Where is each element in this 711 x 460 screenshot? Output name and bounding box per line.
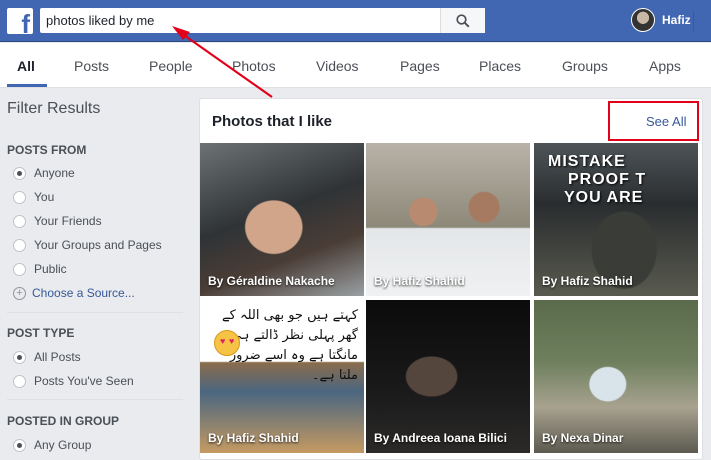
photo-tile[interactable]: By Géraldine Nakache	[200, 143, 364, 296]
radio-selected-icon	[13, 166, 26, 180]
posted-in-group-option-any[interactable]: Any Group	[13, 438, 91, 452]
tab-pages[interactable]: Pages	[400, 58, 440, 74]
choose-source-label: Choose a Source...	[32, 286, 135, 300]
photo-caption: By Hafiz Shahid	[374, 274, 465, 288]
tab-groups[interactable]: Groups	[562, 58, 608, 74]
urdu-line: کہتے ہیں جو بھی اللہ کے گھر پہلی نظر ڈال…	[222, 308, 358, 343]
tab-places[interactable]: Places	[479, 58, 521, 74]
filter-results-title: Filter Results	[7, 100, 101, 117]
photo-caption: By Andreea Ioana Bilici	[374, 431, 507, 445]
active-tab-indicator	[7, 84, 47, 87]
photo-overlay-text: PROOF T	[568, 171, 647, 188]
photo-caption: By Nexa Dinar	[542, 431, 624, 445]
radio-icon	[13, 374, 26, 388]
section-divider	[7, 312, 183, 313]
photo-caption: By Hafiz Shahid	[542, 274, 633, 288]
post-type-heading: POST TYPE	[7, 326, 75, 340]
results-title: Photos that I like	[212, 113, 333, 130]
photo-tile[interactable]: By Nexa Dinar	[534, 300, 698, 453]
tab-videos[interactable]: Videos	[316, 58, 359, 74]
facebook-logo-icon[interactable]: f	[7, 8, 33, 39]
tab-apps[interactable]: Apps	[649, 58, 681, 74]
logo-letter: f	[21, 9, 30, 39]
urdu-line: مانگتا ہے وہ اسے ضرور ملتا ہے۔	[229, 348, 358, 383]
photo-overlay-text: YOU ARE	[564, 189, 644, 206]
search-button[interactable]	[440, 8, 485, 33]
option-label: Posts You've Seen	[34, 374, 134, 388]
photo-caption: By Géraldine Nakache	[208, 274, 335, 288]
radio-selected-icon	[13, 438, 26, 452]
option-label: Any Group	[34, 438, 92, 452]
option-label: Your Groups and Pages	[34, 238, 162, 252]
photo-tile[interactable]: MISTAKE PROOF T YOU ARE By Hafiz Shahid	[534, 143, 698, 296]
photo-tile[interactable]: By Andreea Ioana Bilici	[366, 300, 530, 453]
posts-from-option-friends[interactable]: Your Friends	[13, 214, 102, 228]
radio-icon	[13, 262, 26, 276]
posts-from-heading: POSTS FROM	[7, 143, 87, 157]
search-bar	[40, 8, 485, 33]
posts-from-option-you[interactable]: You	[13, 190, 54, 204]
option-label: Public	[34, 262, 67, 276]
post-type-option-all[interactable]: All Posts	[13, 350, 81, 364]
profile-link[interactable]: Hafiz	[631, 8, 691, 32]
radio-icon	[13, 238, 26, 252]
header-divider	[693, 11, 694, 31]
tab-posts[interactable]: Posts	[74, 58, 109, 74]
heart-eyes-emoji-icon	[214, 330, 240, 356]
option-label: You	[34, 190, 55, 204]
annotation-highlight-box	[608, 101, 699, 141]
posted-in-group-heading: POSTED IN GROUP	[7, 414, 120, 428]
photo-caption: By Hafiz Shahid	[208, 431, 299, 445]
option-label: Anyone	[34, 166, 75, 180]
avatar	[631, 8, 655, 32]
tab-all[interactable]: All	[17, 58, 35, 74]
radio-selected-icon	[13, 350, 26, 364]
posts-from-option-anyone[interactable]: Anyone	[13, 166, 75, 180]
search-input[interactable]	[40, 8, 440, 33]
plus-icon: +	[13, 286, 26, 300]
profile-name: Hafiz	[662, 13, 691, 27]
radio-icon	[13, 190, 26, 204]
photo-overlay-text: MISTAKE	[548, 153, 626, 170]
posts-from-option-public[interactable]: Public	[13, 262, 67, 276]
tab-photos[interactable]: Photos	[232, 58, 276, 74]
search-icon	[456, 13, 470, 27]
search-tabs: All Posts People Photos Videos Pages Pla…	[0, 43, 711, 88]
tab-people[interactable]: People	[149, 58, 193, 74]
section-divider	[7, 399, 183, 400]
top-navigation-bar: f Hafiz	[0, 0, 711, 42]
choose-source-link[interactable]: + Choose a Source...	[13, 286, 135, 300]
posts-from-option-groups-pages[interactable]: Your Groups and Pages	[13, 238, 162, 252]
radio-icon	[13, 214, 26, 228]
option-label: Your Friends	[34, 214, 102, 228]
photo-tile[interactable]: کہتے ہیں جو بھی اللہ کے گھر پہلی نظر ڈال…	[200, 300, 364, 453]
post-type-option-seen[interactable]: Posts You've Seen	[13, 374, 134, 388]
photo-tile[interactable]: By Hafiz Shahid	[366, 143, 530, 296]
option-label: All Posts	[34, 350, 81, 364]
